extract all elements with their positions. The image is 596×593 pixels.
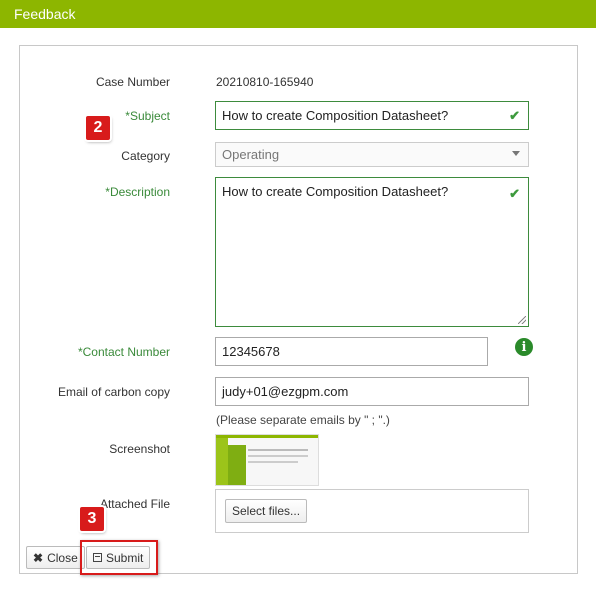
cc-email-hint: (Please separate emails by " ; ".) xyxy=(216,413,390,427)
chevron-down-icon xyxy=(512,151,520,156)
case-number-label: Case Number xyxy=(95,75,170,89)
x-icon: ✖ xyxy=(33,550,44,565)
annotation-highlight xyxy=(80,540,158,575)
thumb-sidebar xyxy=(216,438,228,485)
subject-value: How to create Composition Datasheet? xyxy=(222,108,449,123)
checkmark-icon: ✔ xyxy=(509,107,520,123)
thumb-panel xyxy=(228,445,246,485)
title-bar: Feedback xyxy=(0,0,596,28)
annotation-badge-2: 2 xyxy=(86,116,110,140)
thumb-line xyxy=(248,461,298,463)
contact-number-label: *Contact Number xyxy=(77,345,170,359)
case-number-value: 20210810-165940 xyxy=(216,75,314,89)
description-textarea[interactable]: How to create Composition Datasheet? ✔ xyxy=(215,177,529,327)
thumb-line xyxy=(248,455,308,457)
category-label: Category xyxy=(121,149,170,163)
close-button[interactable]: ✖ Close xyxy=(26,546,85,569)
category-value: Operating xyxy=(222,147,280,162)
checkmark-icon: ✔ xyxy=(509,186,520,201)
thumb-line xyxy=(248,449,308,451)
subject-input[interactable]: How to create Composition Datasheet? ✔ xyxy=(215,101,529,130)
window-title: Feedback xyxy=(14,6,76,22)
cc-email-label: Email of carbon copy xyxy=(57,385,170,399)
screenshot-label: Screenshot xyxy=(109,442,170,456)
close-button-label: Close xyxy=(47,550,78,565)
info-icon[interactable]: i xyxy=(515,338,533,356)
select-files-button[interactable]: Select files... xyxy=(225,499,308,523)
screenshot-thumbnail[interactable] xyxy=(215,434,319,486)
contact-number-input[interactable]: 12345678 xyxy=(215,337,488,366)
thumb-titlebar xyxy=(216,435,318,438)
annotation-badge-3: 3 xyxy=(80,507,104,531)
cc-email-value: judy+01@ezgpm.com xyxy=(222,384,349,399)
select-files-label: Select files... xyxy=(232,504,301,518)
description-value: How to create Composition Datasheet? xyxy=(222,184,449,199)
resize-handle-icon[interactable] xyxy=(518,316,526,324)
contact-number-value: 12345678 xyxy=(222,344,280,359)
category-select[interactable]: Operating xyxy=(215,142,529,167)
description-label: *Description xyxy=(105,185,170,199)
cc-email-input[interactable]: judy+01@ezgpm.com xyxy=(215,377,529,406)
